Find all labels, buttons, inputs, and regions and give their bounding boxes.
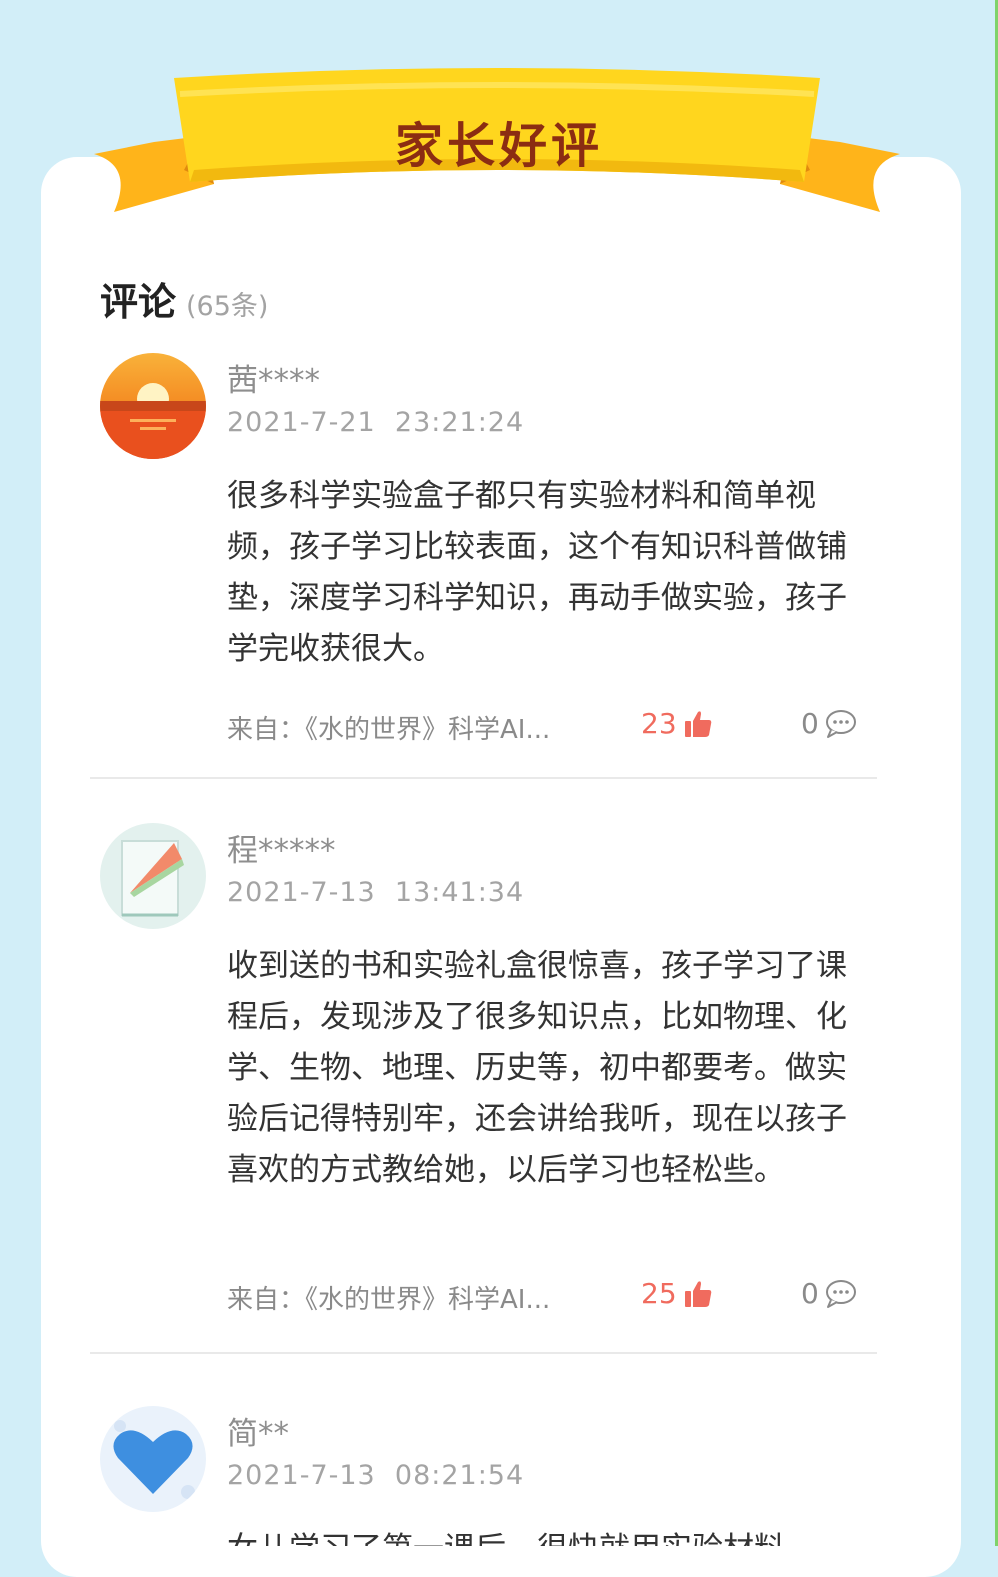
like-count: 25 <box>641 1277 677 1310</box>
comment-item: 简** 2021-7-13 08:21:54 女儿学习了第一课后，很快就用实验材… <box>100 1406 880 1546</box>
comment-meta: 来自：《水的世界》科学AI... 25 0 <box>227 1273 859 1317</box>
comments-heading: 评论 (65条) <box>100 271 268 326</box>
comments-count: (65条) <box>186 291 269 322</box>
comment-item: 程***** 2021-7-13 13:41:34 收到送的书和实验礼盒很惊喜，… <box>100 823 880 1343</box>
comment-bubble-icon <box>825 1279 856 1308</box>
timestamp: 2021-7-13 08:21:54 <box>227 1460 525 1491</box>
timestamp: 2021-7-13 13:41:34 <box>227 877 525 908</box>
comment-meta: 来自：《水的世界》科学AI... 23 0 <box>227 703 859 747</box>
thumbs-up-icon <box>684 1280 711 1307</box>
username: 程***** <box>227 833 336 869</box>
comment-text: 很多科学实验盒子都只有实验材料和简单视频，孩子学习比较表面，这个有知识科普做铺垫… <box>227 478 847 667</box>
avatar[interactable] <box>100 353 206 459</box>
timestamp: 2021-7-21 23:21:24 <box>227 407 525 438</box>
avatar[interactable] <box>100 1406 206 1512</box>
username: 茜**** <box>227 363 320 399</box>
reply-count: 0 <box>801 707 819 740</box>
source-link[interactable]: 来自：《水的世界》科学AI... <box>227 709 550 746</box>
like-count: 23 <box>641 707 677 740</box>
comment-text: 收到送的书和实验礼盒很惊喜，孩子学习了课程后，发现涉及了很多知识点，比如物理、化… <box>227 948 847 1188</box>
like-button[interactable]: 23 <box>641 707 713 740</box>
comment-text: 女儿学习了第一课后，很快就用实验材料 <box>227 1524 852 1546</box>
comment-bubble-icon <box>825 709 856 738</box>
like-button[interactable]: 25 <box>641 1277 713 1310</box>
divider <box>90 1352 877 1354</box>
reply-button[interactable]: 0 <box>801 1277 857 1310</box>
source-link[interactable]: 来自：《水的世界》科学AI... <box>227 1279 550 1316</box>
avatar[interactable] <box>100 823 206 929</box>
username: 简** <box>227 1416 289 1452</box>
divider <box>90 777 877 779</box>
thumbs-up-icon <box>684 710 711 737</box>
comment-item: 茜**** 2021-7-21 23:21:24 很多科学实验盒子都只有实验材料… <box>100 353 880 773</box>
reply-count: 0 <box>801 1277 819 1310</box>
banner-title: 家长好评 <box>394 118 603 174</box>
comments-title: 评论 <box>100 280 177 324</box>
reply-button[interactable]: 0 <box>801 707 857 740</box>
